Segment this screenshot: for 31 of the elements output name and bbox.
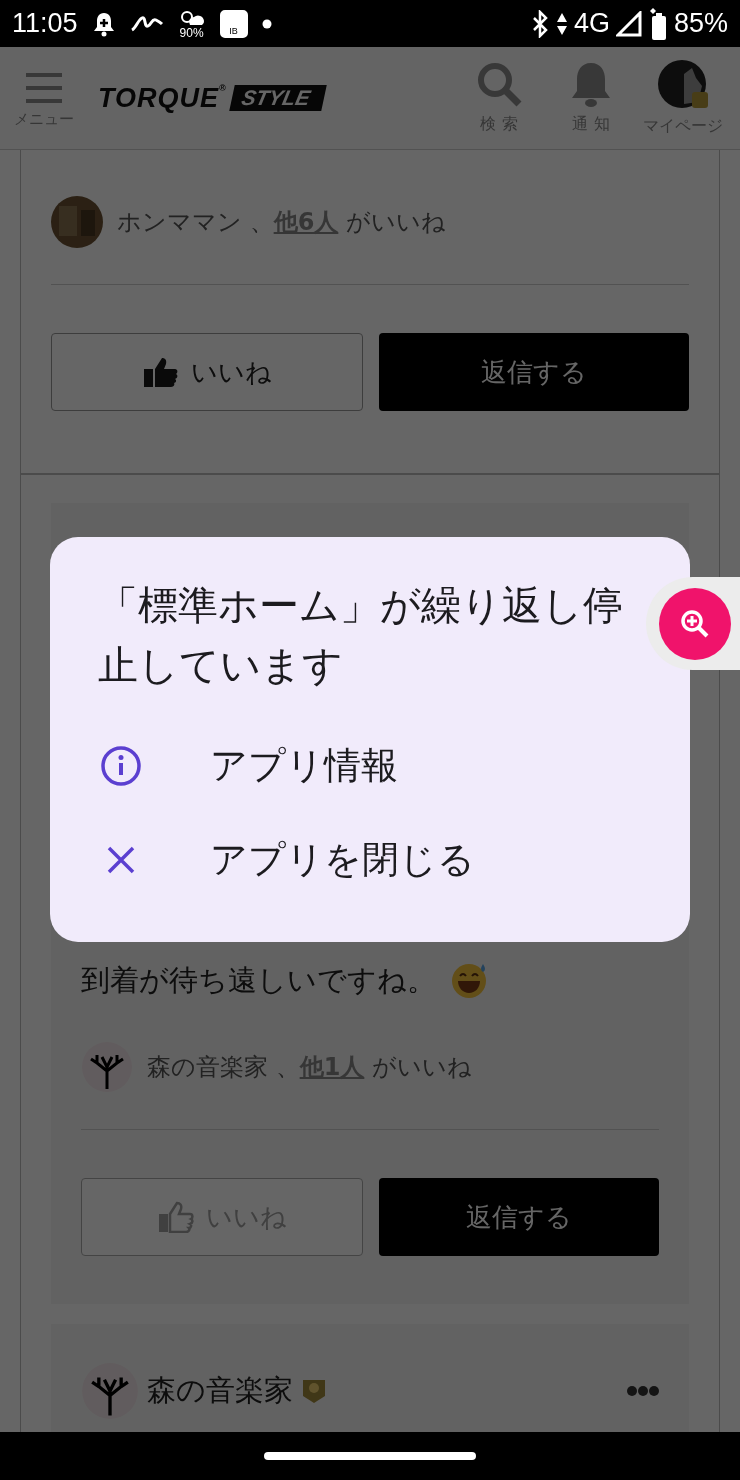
tree-avatar-icon (81, 1041, 133, 1093)
thumbs-up-outline-icon (157, 1201, 194, 1233)
avatar-icon (51, 196, 103, 248)
zoom-in-icon (680, 608, 710, 639)
reply-button[interactable]: 返信する (379, 1178, 659, 1256)
comment-text: 到着が待ち遠しいですね。 (81, 962, 436, 999)
bell-icon (91, 10, 116, 37)
info-icon (98, 743, 144, 789)
more-options-icon[interactable] (627, 1386, 659, 1396)
like-button[interactable]: いいね (51, 333, 363, 411)
battery-percent: 85% (673, 8, 728, 39)
dialog-option[interactable]: アプリを閉じる (98, 813, 630, 907)
thumbs-up-icon (142, 356, 179, 388)
home-gesture-handle[interactable] (264, 1452, 476, 1460)
badge-icon (301, 1378, 327, 1404)
weather-indicator: 90% (177, 8, 206, 39)
reply-button[interactable]: 返信する (379, 333, 689, 411)
dialog-option[interactable]: アプリ情報 (98, 719, 630, 813)
grinning-sweat-emoji-icon (450, 962, 488, 1000)
bank-app-icon: IB (219, 9, 248, 38)
menu-icon (25, 71, 63, 104)
clock-time: 11:05 (12, 8, 78, 39)
app-logo-icon (129, 13, 164, 34)
network-type: 4G (573, 8, 610, 39)
brand-logo: TORQUE® STYLE (98, 82, 324, 114)
tree-avatar-icon (81, 1362, 139, 1420)
author-name: 森の音楽家 (147, 1372, 293, 1409)
signal-icon (615, 10, 642, 37)
dialog-title: 「標準ホーム」が繰り返し停止しています (98, 581, 624, 690)
avatar-icon (658, 59, 708, 110)
notification-dot-icon (261, 18, 272, 29)
